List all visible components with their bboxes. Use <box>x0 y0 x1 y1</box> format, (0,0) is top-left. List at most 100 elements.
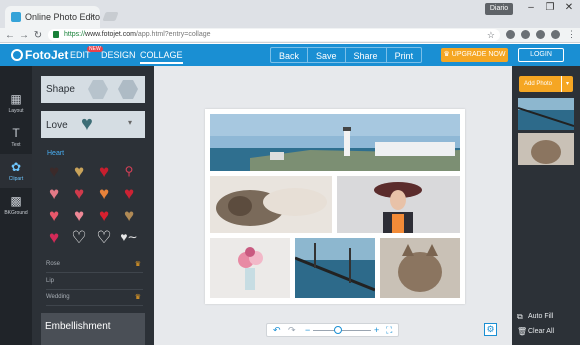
add-photo-label: Add Photo <box>524 81 553 87</box>
heart-bright-red-icon[interactable]: ♥ <box>93 206 115 225</box>
photo-flowers[interactable] <box>210 238 290 298</box>
zoom-toolbar: ↶ ↷ − + ⛶ <box>266 323 399 337</box>
url-path: /app.html?entry=collage <box>135 31 211 38</box>
fotojet-favicon-icon <box>11 12 21 22</box>
heart-gold-icon[interactable]: ♥ <box>68 162 90 181</box>
trash-icon: 🗑 <box>517 327 528 336</box>
rail-label-layout: Layout <box>8 108 24 114</box>
heart-sketch-icon[interactable]: ♡ <box>93 228 115 247</box>
text-icon: T <box>12 126 20 140</box>
clear-all-label: Clear All <box>528 328 555 335</box>
extension-pocket-icon[interactable] <box>506 30 515 39</box>
photo-cat-lying[interactable] <box>210 176 332 233</box>
canvas-settings-gear-icon[interactable]: ⚙ <box>484 323 497 336</box>
upgrade-now-button[interactable]: ♛ UPGRADE NOW <box>441 48 508 62</box>
zoom-slider-track[interactable] <box>313 330 371 331</box>
fotojet-logo[interactable]: FotoJet <box>11 48 68 62</box>
rail-label-background: BKGround <box>4 210 28 216</box>
category-wedding[interactable]: Wedding ♛ <box>46 291 143 306</box>
category-shape[interactable]: Shape <box>41 76 145 103</box>
photo-lighthouse[interactable] <box>210 114 460 171</box>
clipart-panel: Shape Love ♥ ▾ Heart ♥ ♥ ♥ ⚲ ♥ ♥ ♥ ♥ ♥ ♥… <box>32 66 154 345</box>
redo-icon[interactable]: ↷ <box>288 324 296 336</box>
category-shape-label: Shape <box>46 84 75 95</box>
minimize-button[interactable]: – <box>522 2 540 13</box>
category-lip[interactable]: Lip <box>46 275 143 290</box>
undo-icon[interactable]: ↶ <box>273 324 281 336</box>
photo-woman-hat[interactable] <box>337 176 460 233</box>
heart-lace-icon[interactable]: ♥ <box>43 162 65 181</box>
love-heart-icon: ♥ <box>81 113 93 135</box>
chrome-menu-icon[interactable]: ⋮ <box>567 29 576 40</box>
category-lip-label: Lip <box>46 278 55 284</box>
back-button[interactable]: Back <box>271 48 309 62</box>
heart-magenta-icon[interactable]: ♥ <box>43 228 65 247</box>
share-button[interactable]: Share <box>346 48 387 62</box>
photo-thumbnail-bridge[interactable] <box>518 98 574 130</box>
zoom-slider-handle[interactable] <box>334 326 342 334</box>
heart-light-pink-icon[interactable]: ♥ <box>68 206 90 225</box>
category-wedding-label: Wedding <box>46 294 70 300</box>
rail-item-text[interactable]: T Text <box>0 120 32 154</box>
heart-outline-white-icon[interactable]: ♡ <box>68 228 90 247</box>
maximize-button[interactable]: ❐ <box>541 2 559 13</box>
heart-orange-icon[interactable]: ♥ <box>93 184 115 203</box>
heart-section-title: Heart <box>47 150 65 157</box>
rail-item-layout[interactable]: ▦ Layout <box>0 86 32 120</box>
nav-collage[interactable]: COLLAGE <box>140 50 183 64</box>
extension-circle-icon[interactable] <box>536 30 545 39</box>
background-icon: ▩ <box>10 194 22 208</box>
profile-badge[interactable]: Diario <box>485 3 513 15</box>
heart-red-pattern-icon[interactable]: ♥ <box>68 184 90 203</box>
tab-close-icon[interactable]: × <box>90 11 95 21</box>
rail-item-background[interactable]: ▩ BKGround <box>0 188 32 222</box>
new-tab-button[interactable] <box>102 12 119 21</box>
browser-titlebar: Online Photo Editor - Tu × Diario – ❐ ✕ <box>0 0 580 28</box>
fit-screen-icon[interactable]: ⛶ <box>386 324 392 336</box>
collage-paper[interactable] <box>205 109 465 304</box>
auto-fill-label: Auto Fill <box>528 313 554 320</box>
app-header: FotoJet EDIT NEW DESIGN COLLAGE Back Sav… <box>0 44 580 66</box>
back-arrow-icon[interactable]: ← <box>4 29 16 42</box>
category-love[interactable]: Love ♥ ▾ <box>41 111 145 138</box>
photo-tabby-cat[interactable] <box>380 238 460 298</box>
action-toolbar: Back Save Share Print <box>270 47 423 63</box>
heart-balloons-icon[interactable]: ⚲ <box>118 162 140 181</box>
rail-label-text: Text <box>11 142 21 148</box>
logo-text: FotoJet <box>25 48 69 62</box>
rail-label-clipart: Clipart <box>8 176 24 182</box>
forward-arrow-icon[interactable]: → <box>18 29 30 42</box>
zoom-out-icon[interactable]: − <box>305 324 310 336</box>
chevron-down-icon[interactable]: ▾ <box>561 76 573 92</box>
print-button[interactable]: Print <box>387 48 422 62</box>
auto-fill-button[interactable]: ⧉ Auto Fill <box>517 312 554 321</box>
category-rose[interactable]: Rose ♛ <box>46 258 143 273</box>
clear-all-button[interactable]: 🗑 Clear All <box>517 327 555 336</box>
save-button[interactable]: Save <box>308 48 346 62</box>
nav-design[interactable]: DESIGN <box>101 50 136 60</box>
heart-pink-icon[interactable]: ♥ <box>43 184 65 203</box>
photo-bridge[interactable] <box>295 238 375 298</box>
category-embellishment[interactable]: Embellishment <box>41 313 145 345</box>
heart-crimson-icon[interactable]: ♥ <box>118 184 140 203</box>
heart-red-icon[interactable]: ♥ <box>93 162 115 181</box>
premium-crown-icon: ♛ <box>134 261 141 268</box>
reload-icon[interactable]: ↻ <box>32 29 44 42</box>
browser-tab[interactable]: Online Photo Editor - Tu × <box>5 6 100 28</box>
heart-love-text-icon[interactable]: ♥ <box>43 206 65 225</box>
category-rose-label: Rose <box>46 261 61 267</box>
add-photo-button[interactable]: Add Photo ▾ <box>519 76 573 92</box>
extension-shield-icon[interactable] <box>521 30 530 39</box>
extension-puzzle-icon[interactable] <box>551 30 560 39</box>
login-button[interactable]: LOGIN <box>518 48 564 62</box>
rail-item-clipart[interactable]: ✿ Clipart <box>0 154 32 188</box>
photo-thumbnail-cat[interactable] <box>518 133 574 165</box>
bookmark-star-icon[interactable]: ☆ <box>487 29 495 41</box>
editor-canvas: ↶ ↷ − + ⛶ ⚙ <box>154 66 512 345</box>
url-input[interactable]: https://www.fotojet.com/app.html?entry=c… <box>48 29 500 41</box>
lock-icon <box>53 31 59 38</box>
heart-scribble-icon[interactable]: ♥∼ <box>118 228 140 247</box>
close-window-button[interactable]: ✕ <box>560 2 578 13</box>
heart-burlap-icon[interactable]: ♥ <box>118 206 140 225</box>
zoom-in-icon[interactable]: + <box>374 324 379 336</box>
